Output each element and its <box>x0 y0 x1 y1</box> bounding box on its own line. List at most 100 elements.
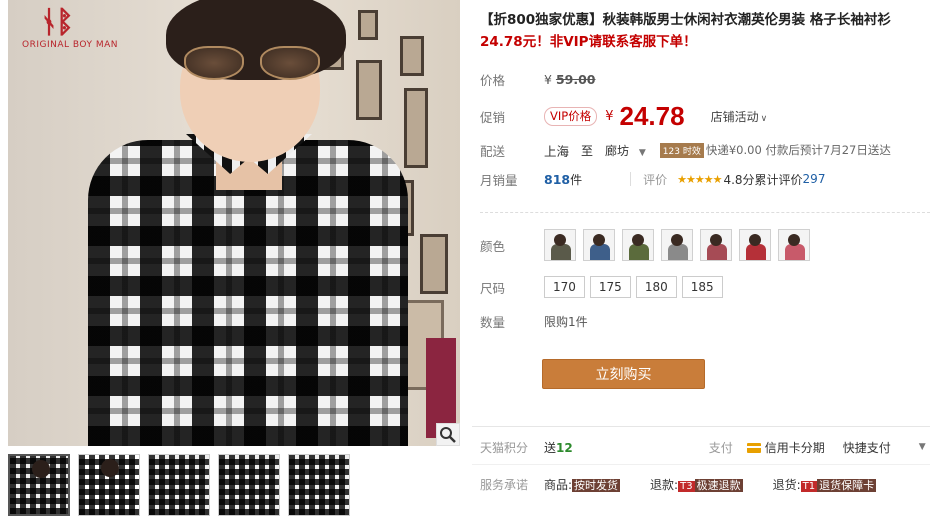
service-tag[interactable]: 退货保障卡 <box>817 478 877 492</box>
shop-activity-label: 店铺活动 <box>710 109 759 124</box>
brand-logo-text: ORIGINAL BOY MAN <box>22 40 119 50</box>
sunglasses <box>180 46 324 86</box>
thumbnail-2[interactable] <box>78 454 140 516</box>
price-row: 价格 ¥ 59.00 <box>480 68 595 90</box>
size-option[interactable]: 170 <box>544 276 585 298</box>
original-price-value: 59.00 <box>555 71 596 87</box>
quick-pay-option[interactable]: 快捷支付 <box>843 439 891 456</box>
swatch-model-head <box>671 234 683 246</box>
section-divider <box>472 426 930 427</box>
ship-from: 上海 <box>544 143 570 159</box>
thumbnail-3[interactable] <box>148 454 210 516</box>
service-code: T3 <box>678 480 695 492</box>
product-gallery: ᛀᛔ ORIGINAL BOY MAN <box>8 0 460 529</box>
rating-label: 评价 <box>643 172 668 187</box>
swatch-shirt <box>551 244 571 260</box>
credit-installment-option[interactable]: 信用卡分期 <box>746 439 825 456</box>
ship-to-word: 至 <box>581 143 594 158</box>
shipping-row: 配送 上海 至 廊坊 ▼ 123 时效 快递¥0.00 付款后预计7月27日送达 <box>480 139 891 161</box>
thumbnail-4[interactable] <box>218 454 280 516</box>
ship-destination: 廊坊 <box>605 143 630 158</box>
size-option[interactable]: 185 <box>681 276 723 298</box>
star-rating-icon: ★★★★★ <box>677 172 722 186</box>
vip-price-tag: VIP价格 <box>544 106 598 126</box>
quantity-label: 数量 <box>480 314 506 330</box>
fast-delivery-badge: 123 时效 <box>659 142 704 158</box>
swatch-shirt <box>629 244 649 260</box>
swatch-model-head <box>593 234 605 246</box>
current-price: 24.78 <box>619 100 685 131</box>
swatch-model-head <box>788 234 800 246</box>
color-swatch-3[interactable] <box>622 229 654 261</box>
points-give-word: 送 <box>544 440 557 455</box>
shop-activity-dropdown[interactable]: 店铺活动 ∨ <box>711 108 768 125</box>
size-option[interactable]: 175 <box>589 276 631 298</box>
payment-dropdown-icon[interactable]: ▼ <box>919 442 926 452</box>
original-price-currency: ¥ <box>544 71 552 87</box>
service-row: 服务承诺 商品: 按时发货 退款: T3 极速退款 退货: T1 退货保障卡 <box>480 473 877 495</box>
points-amount: 12 <box>556 440 573 455</box>
ship-destination-select[interactable]: 廊坊 ▼ <box>605 142 646 159</box>
brand-logo-mark: ᛀᛔ <box>40 5 74 40</box>
product-subtitle: 24.78元！非VIP请联系客服下单！ <box>480 34 697 50</box>
product-info-panel: 【折800独家优惠】秋装韩版男士休闲衬衣潮英伦男装 格子长袖衬衫 24.78元！… <box>472 0 930 529</box>
service-code: T1 <box>800 480 818 492</box>
payment-label: 支付 <box>708 440 733 455</box>
color-swatch-2[interactable] <box>583 229 615 261</box>
main-product-image[interactable]: ᛀᛔ ORIGINAL BOY MAN <box>8 0 460 446</box>
buy-now-button[interactable]: 立刻购买 <box>542 359 705 389</box>
service-tag[interactable]: 按时发货 <box>572 478 621 492</box>
size-row: 尺码 170 175 180 185 <box>480 276 728 298</box>
thumbnail-1[interactable] <box>8 454 70 516</box>
swatch-shirt <box>590 244 610 260</box>
review-count-link[interactable]: 297 <box>803 172 826 186</box>
service-item-return: 退货: T1 退货保障卡 <box>773 476 877 493</box>
swatch-model-head <box>632 234 644 246</box>
color-label: 颜色 <box>480 238 506 254</box>
color-swatch-6[interactable] <box>739 229 771 261</box>
model-figure <box>68 0 428 446</box>
promo-row: 促销 VIP价格 ¥ 24.78 店铺活动 ∨ <box>480 101 767 131</box>
swatch-model-head <box>749 234 761 246</box>
swatch-shirt <box>746 244 766 260</box>
purchase-limit-text: 限购1件 <box>544 314 588 329</box>
brand-logo: ᛀᛔ ORIGINAL BOY MAN <box>22 6 142 56</box>
service-prefix: 商品: <box>544 477 573 492</box>
price-label: 价格 <box>480 72 506 88</box>
section-divider <box>480 212 930 213</box>
shipping-label: 配送 <box>480 143 506 159</box>
service-tag[interactable]: 极速退款 <box>694 478 743 492</box>
swatch-shirt <box>707 244 727 260</box>
service-item-refund: 退款: T3 极速退款 <box>650 476 743 493</box>
swatch-shirt <box>668 244 688 260</box>
service-prefix: 退款: <box>650 477 679 492</box>
size-option[interactable]: 180 <box>635 276 677 298</box>
size-option-list: 170 175 180 185 <box>544 276 728 298</box>
color-row: 颜色 <box>480 228 817 262</box>
divider <box>630 172 632 186</box>
quantity-row: 数量 限购1件 <box>480 310 588 332</box>
service-prefix: 退货: <box>772 477 801 492</box>
color-swatch-1[interactable] <box>544 229 576 261</box>
points-value: 送12 <box>544 439 573 456</box>
thumbnail-5[interactable] <box>288 454 350 516</box>
monthly-sales-unit: 件 <box>570 172 583 187</box>
monthly-sales-count: 818 <box>544 171 571 187</box>
credit-installment-label: 信用卡分期 <box>764 440 825 455</box>
thumbnail-strip <box>8 454 350 516</box>
caret-down-icon: ▼ <box>638 147 646 158</box>
color-swatch-4[interactable] <box>661 229 693 261</box>
original-price: ¥ 59.00 <box>544 72 595 87</box>
swatch-model-head <box>710 234 722 246</box>
product-title: 【折800独家优惠】秋装韩版男士休闲衬衣潮英伦男装 格子长袖衬衫 <box>480 12 891 28</box>
service-item-shipping: 商品: 按时发货 <box>544 476 621 493</box>
zoom-icon[interactable] <box>436 423 460 446</box>
service-label: 服务承诺 <box>480 477 529 492</box>
color-swatch-7[interactable] <box>778 229 810 261</box>
credit-card-icon <box>746 443 761 453</box>
chevron-down-icon: ∨ <box>760 113 768 124</box>
tmall-points-label: 天猫积分 <box>480 440 529 455</box>
color-swatch-5[interactable] <box>700 229 732 261</box>
points-row: 天猫积分 送12 支付 信用卡分期 快捷支付 ▼ <box>480 436 926 458</box>
swatch-model-head <box>554 234 566 246</box>
